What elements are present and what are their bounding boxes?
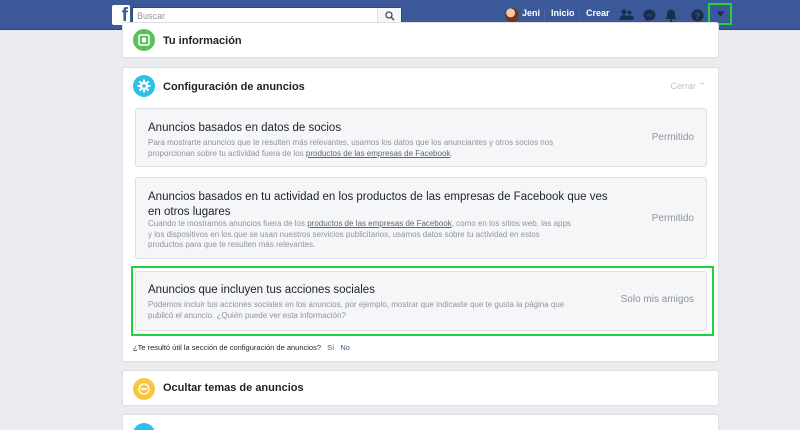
feedback-yes-link[interactable]: Sí bbox=[327, 343, 334, 352]
create-link[interactable]: Crear bbox=[586, 8, 610, 18]
section-hide-ad-topics[interactable]: Ocultar temas de anuncios bbox=[122, 370, 719, 406]
company-products-link[interactable]: productos de las empresas de Facebook bbox=[307, 219, 452, 228]
ad-setting-title: Anuncios basados en tu actividad en los … bbox=[148, 191, 608, 218]
ad-setting-title: Anuncios basados en datos de socios bbox=[148, 122, 342, 134]
ad-setting-description: Cuando te mostramos anuncios fuera de lo… bbox=[148, 219, 571, 249]
close-label: Cerrar bbox=[670, 81, 696, 91]
user-avatar[interactable] bbox=[505, 8, 519, 22]
section-title-ad-settings: Configuración de anuncios bbox=[163, 81, 305, 93]
minus-icon bbox=[133, 378, 155, 400]
section-next-collapsed[interactable] bbox=[122, 414, 719, 430]
ad-setting-status: Permitido bbox=[651, 132, 694, 143]
search-icon bbox=[384, 10, 395, 21]
friend-requests-icon[interactable] bbox=[618, 7, 634, 23]
svg-text:?: ? bbox=[694, 11, 700, 21]
ad-setting-description: Para mostrarte anuncios que te resulten … bbox=[148, 138, 554, 158]
feedback-row: ¿Te resultó útil la sección de configura… bbox=[133, 343, 350, 352]
close-section-link[interactable]: Cerrar ⌃ bbox=[670, 81, 706, 92]
info-card-icon bbox=[133, 29, 155, 51]
feedback-question: ¿Te resultó útil la sección de configura… bbox=[133, 343, 322, 352]
ad-setting-activity-elsewhere[interactable]: Anuncios basados en tu actividad en los … bbox=[135, 177, 707, 259]
help-icon[interactable]: ? bbox=[689, 7, 705, 23]
messenger-icon[interactable] bbox=[641, 7, 657, 23]
section-your-info[interactable]: Tu información bbox=[122, 22, 719, 58]
section-icon bbox=[133, 423, 155, 430]
feedback-no-link[interactable]: No bbox=[340, 343, 350, 352]
nav-divider bbox=[544, 9, 545, 21]
gear-icon bbox=[133, 75, 155, 97]
search-input[interactable] bbox=[133, 8, 373, 23]
section-title-hide-topics: Ocultar temas de anuncios bbox=[163, 382, 304, 394]
caret-down-icon bbox=[716, 11, 724, 17]
nav-divider bbox=[579, 9, 580, 21]
ad-setting-partner-data[interactable]: Anuncios basados en datos de socios Para… bbox=[135, 108, 707, 167]
section-ad-settings: Configuración de anuncios Cerrar ⌃ Anunc… bbox=[122, 67, 719, 362]
home-link[interactable]: Inicio bbox=[551, 8, 575, 18]
profile-link[interactable]: Jeni bbox=[522, 8, 540, 18]
notifications-icon[interactable] bbox=[663, 7, 679, 23]
chevron-up-icon: ⌃ bbox=[698, 81, 706, 91]
section-title-your-info: Tu información bbox=[163, 35, 242, 47]
highlight-box bbox=[131, 266, 714, 336]
company-products-link[interactable]: productos de las empresas de Facebook bbox=[306, 149, 451, 158]
search-button[interactable] bbox=[377, 8, 401, 23]
ad-setting-status: Permitido bbox=[651, 213, 694, 224]
